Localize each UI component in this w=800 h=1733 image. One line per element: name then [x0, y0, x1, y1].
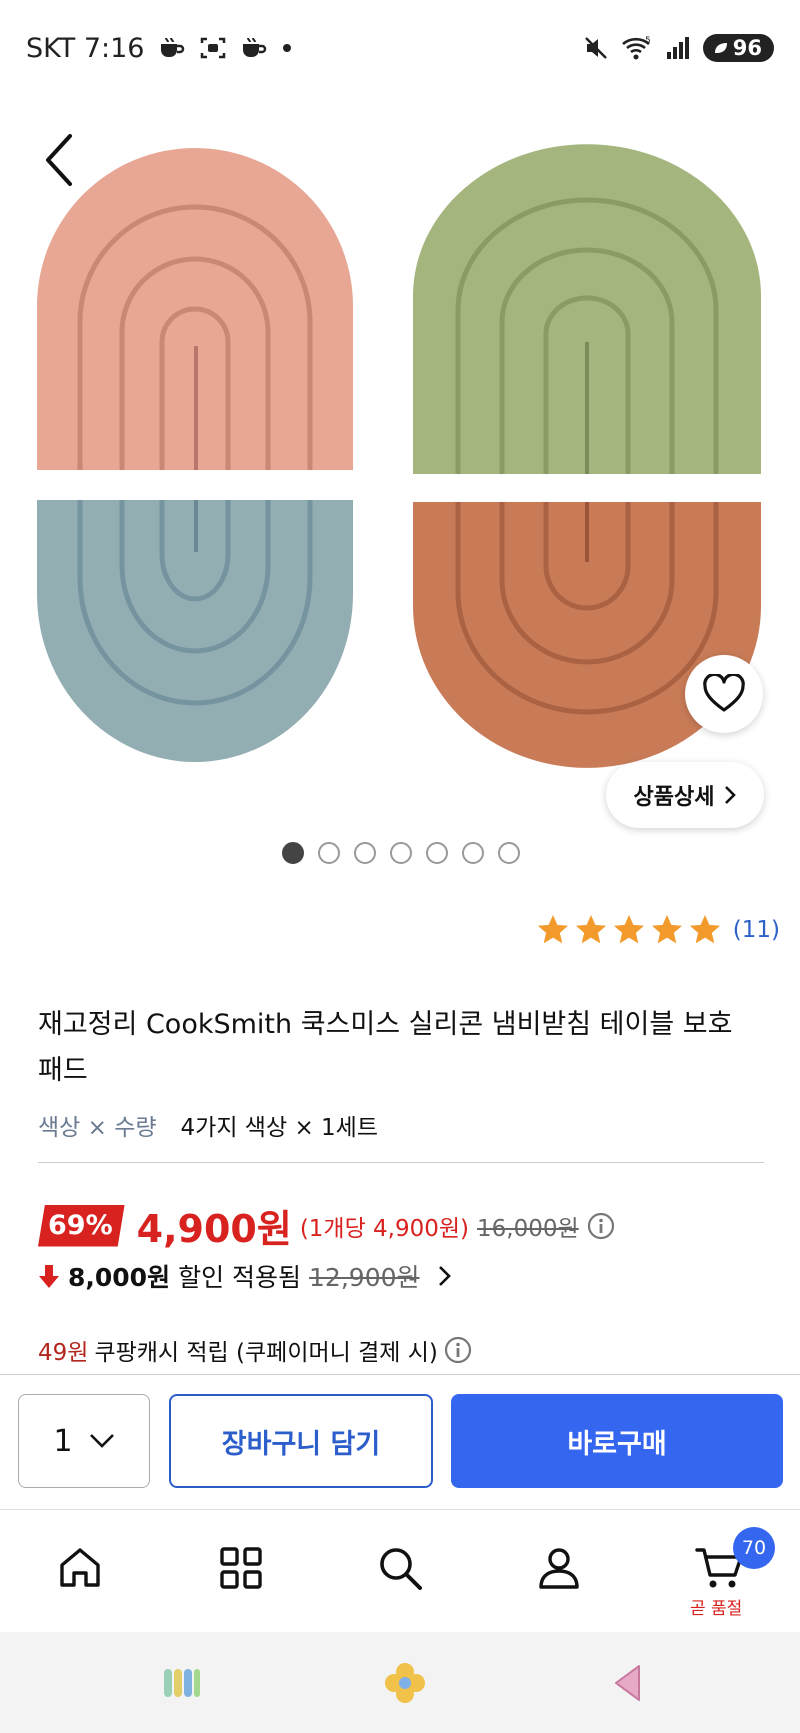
chevron-right-icon	[438, 1266, 451, 1286]
home-flower-icon	[385, 1663, 425, 1703]
chevron-left-icon	[46, 134, 72, 186]
status-bar: SKT 7:16 5 96	[0, 0, 800, 96]
heart-icon	[703, 674, 745, 712]
grid-icon	[220, 1547, 262, 1589]
gallery-pagination[interactable]	[282, 842, 520, 864]
carrier-time: SKT 7:16	[26, 32, 145, 64]
gallery-dot[interactable]	[462, 842, 484, 864]
nav-mypage[interactable]	[524, 1538, 594, 1598]
product-image	[37, 144, 761, 768]
scan-icon	[200, 36, 226, 60]
system-navigation-bar	[0, 1632, 800, 1733]
quantity-value: 1	[53, 1423, 73, 1459]
before-discount-price: 12,900원	[309, 1263, 420, 1292]
divider	[38, 1162, 764, 1163]
discount-rate-badge: 69%	[38, 1204, 125, 1247]
option-value: 4가지 색상 × 1세트	[180, 1115, 378, 1141]
gallery-dot[interactable]	[282, 842, 304, 864]
nav-search[interactable]	[365, 1538, 435, 1598]
coupang-cash-row: 49원 쿠팡캐시 적립 (쿠페이머니 결제 시)	[38, 1333, 472, 1367]
battery-indicator: 96	[702, 34, 774, 62]
mute-icon	[583, 35, 609, 61]
star-icon	[537, 915, 568, 944]
buy-now-button[interactable]: 바로구매	[451, 1394, 783, 1488]
option-label: 색상 × 수량	[38, 1115, 157, 1141]
chevron-right-icon	[725, 786, 737, 804]
leaf-icon	[714, 43, 727, 53]
recent-apps-button[interactable]	[157, 1660, 207, 1706]
discount-row[interactable]: 8,000원 할인 적용됨 12,900원	[38, 1258, 452, 1294]
back-button[interactable]	[40, 130, 80, 190]
star-icon	[651, 915, 682, 944]
star-icon	[575, 915, 606, 944]
home-system-button[interactable]	[380, 1660, 430, 1706]
product-detail-button[interactable]: 상품상세	[606, 762, 764, 828]
gallery-dot[interactable]	[354, 842, 376, 864]
discount-applied-text: 할인 적용됨	[178, 1263, 302, 1292]
sale-price: 4,900원	[136, 1207, 292, 1251]
product-title: 재고정리 CookSmith 쿡스미스 실리콘 냄비받침 테이블 보호패드	[38, 1009, 733, 1086]
nav-home[interactable]	[45, 1538, 115, 1598]
add-to-cart-button[interactable]: 장바구니 담기	[169, 1394, 433, 1488]
cash-text: 쿠팡캐시 적립 (쿠페이머니 결제 시)	[94, 1340, 438, 1366]
pink-pad	[37, 148, 353, 470]
product-options: 색상 × 수량 4가지 색상 × 1세트	[38, 1108, 378, 1142]
quantity-select[interactable]: 1	[18, 1394, 150, 1488]
wishlist-button[interactable]	[685, 655, 763, 733]
star-icon	[613, 915, 644, 944]
search-icon	[380, 1548, 422, 1590]
svg-text:5: 5	[645, 36, 651, 46]
original-price: 16,000원	[477, 1215, 579, 1242]
user-icon	[539, 1548, 579, 1589]
home-icon	[60, 1548, 100, 1587]
nav-categories[interactable]	[206, 1538, 276, 1598]
gallery-dot[interactable]	[318, 842, 340, 864]
product-detail-label: 상품상세	[633, 785, 715, 810]
arrow-down-icon	[39, 1265, 59, 1288]
price-row: 69% 4,900원 (1개당 4,900원) 16,000원	[38, 1198, 615, 1253]
recent-apps-icon	[164, 1669, 200, 1697]
bottom-navigation	[0, 1512, 800, 1632]
purchase-action-bar: 1 장바구니 담기 바로구매	[0, 1374, 800, 1510]
cart-count-badge: 70	[733, 1527, 775, 1569]
chevron-down-icon	[89, 1434, 114, 1448]
coffee-icon	[240, 36, 268, 60]
back-system-button[interactable]	[603, 1660, 653, 1706]
battery-level: 96	[732, 36, 762, 60]
green-pad	[413, 144, 761, 475]
back-triangle-icon	[615, 1665, 640, 1701]
rating[interactable]: (11)	[535, 912, 780, 948]
product-image-gallery[interactable]	[0, 96, 800, 866]
wifi-icon: 5	[621, 35, 653, 61]
signal-icon	[665, 35, 691, 61]
gallery-dot[interactable]	[498, 842, 520, 864]
info-icon[interactable]	[444, 1336, 472, 1364]
dot-icon	[282, 43, 292, 53]
cash-amount: 49원	[38, 1340, 89, 1366]
discount-amount: 8,000원	[68, 1263, 171, 1292]
review-count[interactable]: (11)	[733, 917, 780, 943]
unit-price: (1개당 4,900원)	[299, 1215, 470, 1242]
info-icon[interactable]	[587, 1212, 615, 1240]
soldout-label: 곧 품절	[690, 1599, 743, 1619]
coffee-icon	[158, 36, 186, 60]
star-icon	[689, 915, 720, 944]
gallery-dot[interactable]	[426, 842, 448, 864]
gallery-dot[interactable]	[390, 842, 412, 864]
blue-pad	[37, 500, 353, 762]
